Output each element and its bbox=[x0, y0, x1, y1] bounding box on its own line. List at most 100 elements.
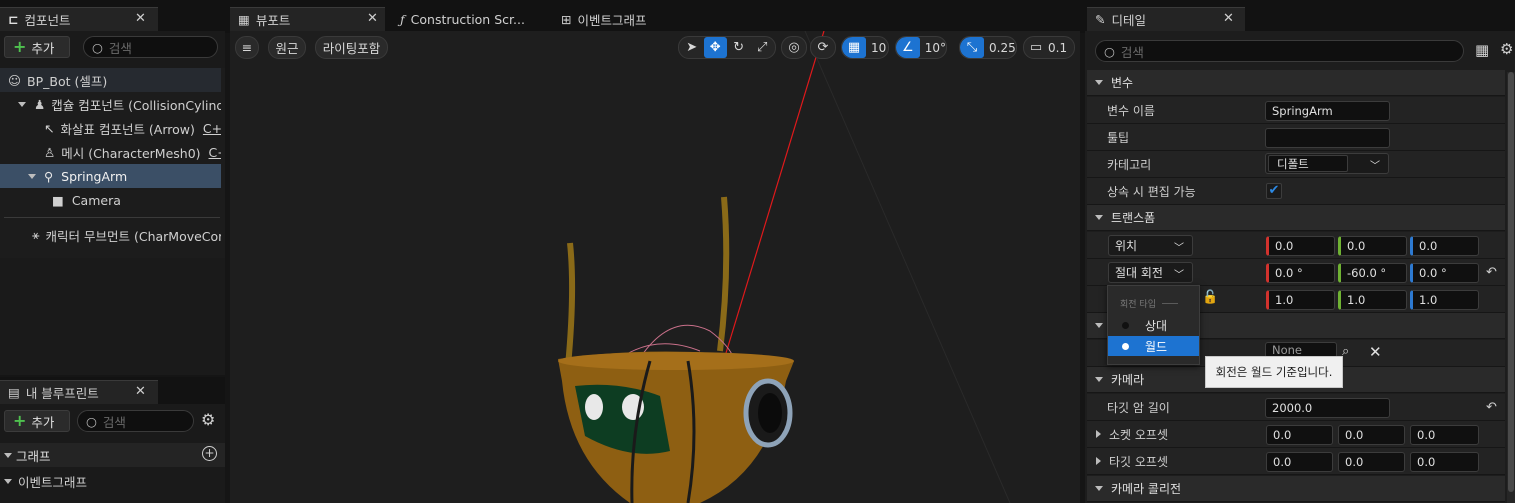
option-relative[interactable]: 상대 bbox=[1108, 315, 1199, 335]
reset-rotation-icon[interactable]: ↶ bbox=[1486, 265, 1497, 280]
socket-offset-z-field[interactable]: 0.0 bbox=[1410, 425, 1479, 445]
rotation-z-field[interactable]: 0.0 ° bbox=[1410, 263, 1479, 283]
target-offset-y-field[interactable]: 0.0 bbox=[1338, 452, 1405, 472]
tab-details[interactable]: ✎ 디테일 bbox=[1087, 7, 1245, 31]
target-offset-y-value: 0.0 bbox=[1345, 455, 1364, 469]
option-world[interactable]: 월드 bbox=[1108, 336, 1199, 356]
scale-y-field[interactable]: 1.0 bbox=[1338, 290, 1407, 310]
radio-dot-icon bbox=[1122, 342, 1129, 350]
components-search-input[interactable]: ○ 검색 bbox=[83, 36, 218, 58]
close-blueprint-icon[interactable]: ✕ bbox=[135, 384, 146, 399]
scale-tool-icon[interactable]: ⤢ bbox=[751, 37, 775, 58]
socket-offset-y-field[interactable]: 0.0 bbox=[1338, 425, 1405, 445]
world-local-toggle[interactable]: ◎ bbox=[781, 36, 807, 59]
tab-viewport[interactable]: ▦ 뷰포트 bbox=[230, 7, 385, 31]
search-icon: ○ bbox=[86, 413, 97, 429]
rotation-mode-value: 절대 회전 bbox=[1115, 266, 1163, 280]
graph-section-header[interactable]: 그래프 + bbox=[0, 443, 225, 467]
graph-icon: ⊞ bbox=[561, 11, 572, 27]
location-x-field[interactable]: 0.0 bbox=[1266, 236, 1335, 256]
category-variables[interactable]: 변수 bbox=[1087, 70, 1505, 96]
add-blueprint-button[interactable]: + 추가 bbox=[4, 410, 70, 432]
camera-speed-group[interactable]: ▭ 0.1 bbox=[1023, 36, 1075, 59]
option-world-label: 월드 bbox=[1145, 339, 1168, 354]
clear-socket-icon[interactable]: ✕ bbox=[1369, 343, 1382, 361]
tab-construction-script[interactable]: ƒ Construction Scr... bbox=[392, 7, 542, 31]
close-components-icon[interactable]: ✕ bbox=[135, 11, 146, 26]
tree-item-label: BP_Bot (셀프) bbox=[27, 73, 108, 89]
camera-icon: ■ bbox=[52, 192, 64, 208]
tree-item-arrow[interactable]: ↖ 화살표 컴포넌트 (Arrow) C+ bbox=[0, 116, 221, 140]
tree-item-charmove[interactable]: ⚹ 캐릭터 무브먼트 (CharMoveComp) bbox=[0, 223, 221, 247]
grid-snap-value: 10 bbox=[871, 40, 887, 55]
select-tool-icon[interactable]: ➤ bbox=[680, 37, 704, 58]
add-component-button[interactable]: + 추가 bbox=[4, 36, 70, 58]
settings-gear-icon[interactable]: ⚙ bbox=[201, 410, 215, 429]
tree-item-capsule[interactable]: ♟ 캡슐 컴포넌트 (CollisionCylinder) bbox=[0, 92, 221, 116]
grid-snap-group[interactable]: ▦ 10 bbox=[841, 36, 889, 59]
location-z-field[interactable]: 0.0 bbox=[1410, 236, 1479, 256]
rotation-y-field[interactable]: -60.0 ° bbox=[1338, 263, 1407, 283]
angle-snap-icon: ∠ bbox=[896, 37, 920, 58]
close-details-icon[interactable]: ✕ bbox=[1223, 11, 1234, 26]
socket-offset-x-field[interactable]: 0.0 bbox=[1266, 425, 1333, 445]
blueprint-search-input[interactable]: ○ 검색 bbox=[77, 410, 194, 432]
location-y-field[interactable]: 0.0 bbox=[1338, 236, 1407, 256]
camera-speed-value: 0.1 bbox=[1048, 40, 1068, 55]
socket-offset-x-value: 0.0 bbox=[1273, 428, 1292, 442]
details-settings-icon[interactable]: ⚙ bbox=[1500, 40, 1513, 58]
add-graph-icon[interactable]: + bbox=[202, 446, 217, 461]
tree-item-camera[interactable]: ■ Camera bbox=[0, 188, 221, 212]
viewport-canvas[interactable] bbox=[230, 31, 1080, 503]
movement-icon: ⚹ bbox=[32, 227, 40, 242]
move-tool-icon[interactable]: ✥ bbox=[703, 37, 727, 58]
table-view-icon[interactable]: ▦ bbox=[1475, 41, 1489, 59]
viewport-menu-button[interactable]: ≡ bbox=[235, 36, 259, 59]
rotation-mode-combo[interactable]: 절대 회전 ﹀ bbox=[1108, 262, 1193, 283]
surface-snap-toggle[interactable]: ⟳ bbox=[810, 36, 836, 59]
variable-name-field[interactable]: SpringArm bbox=[1265, 101, 1390, 121]
tree-item-label: Camera bbox=[71, 192, 121, 208]
rotation-snap-group[interactable]: ∠ 10° bbox=[895, 36, 947, 59]
pawn-icon: ☺ bbox=[8, 72, 22, 88]
details-scrollbar[interactable] bbox=[1507, 72, 1515, 503]
details-search-input[interactable]: ○ 검색 bbox=[1095, 40, 1464, 62]
category-transform[interactable]: 트랜스폼 bbox=[1087, 205, 1505, 231]
transform-tools: ➤ ✥ ↻ ⤢ bbox=[678, 36, 776, 59]
target-arm-field[interactable]: 2000.0 bbox=[1265, 398, 1390, 418]
scale-x-field[interactable]: 1.0 bbox=[1266, 290, 1335, 310]
rotation-x-field[interactable]: 0.0 ° bbox=[1266, 263, 1335, 283]
tree-item-label: 캡슐 컴포넌트 (CollisionCylinder) bbox=[51, 97, 221, 113]
radio-dot-icon bbox=[1122, 321, 1129, 329]
scale-snap-group[interactable]: ⤡ 0.25 bbox=[959, 36, 1017, 59]
tree-item-springarm[interactable]: ⚲ SpringArm bbox=[0, 164, 221, 188]
category-camera-collision[interactable]: 카메라 콜리전 bbox=[1087, 476, 1505, 502]
browse-socket-icon[interactable]: ⌕ bbox=[1342, 344, 1349, 359]
target-arm-value: 2000.0 bbox=[1272, 401, 1313, 415]
target-offset-z-field[interactable]: 0.0 bbox=[1410, 452, 1479, 472]
location-mode-combo[interactable]: 위치 ﹀ bbox=[1108, 235, 1193, 256]
tooltip-field[interactable] bbox=[1265, 128, 1390, 148]
tree-item-self[interactable]: ☺ BP_Bot (셀프) bbox=[0, 68, 221, 92]
category-camera-label: 카메라 bbox=[1111, 373, 1145, 387]
reset-arm-length-icon[interactable]: ↶ bbox=[1486, 400, 1497, 415]
category-camera-collision-label: 카메라 콜리전 bbox=[1111, 482, 1182, 496]
editable-checkbox[interactable]: ✔ bbox=[1266, 183, 1282, 199]
event-graph-item[interactable]: 이벤트그래프 bbox=[0, 470, 225, 492]
view-mode-button[interactable]: 원근 bbox=[268, 36, 306, 59]
viewport-scene bbox=[558, 31, 1011, 503]
close-viewport-icon[interactable]: ✕ bbox=[367, 11, 378, 26]
category-combo-value-box: 디폴트 bbox=[1268, 155, 1348, 172]
category-combo[interactable]: 디폴트 ﹀ bbox=[1265, 153, 1389, 174]
add-component-label: 추가 bbox=[31, 40, 55, 56]
socket-offset-z-value: 0.0 bbox=[1417, 428, 1436, 442]
tab-event-graph[interactable]: ⊞ 이벤트그래프 bbox=[553, 7, 693, 31]
location-z-value: 0.0 bbox=[1419, 239, 1438, 253]
target-offset-x-field[interactable]: 0.0 bbox=[1266, 452, 1333, 472]
rotate-tool-icon[interactable]: ↻ bbox=[727, 37, 751, 58]
lighting-button[interactable]: 라이팅포함 bbox=[315, 36, 388, 59]
tree-item-mesh[interactable]: ♙ 메시 (CharacterMesh0) C+ bbox=[0, 140, 221, 164]
scale-lock-icon[interactable]: 🔓 bbox=[1202, 290, 1218, 305]
tab-details-label: 디테일 bbox=[1111, 13, 1146, 28]
scale-z-field[interactable]: 1.0 bbox=[1410, 290, 1479, 310]
